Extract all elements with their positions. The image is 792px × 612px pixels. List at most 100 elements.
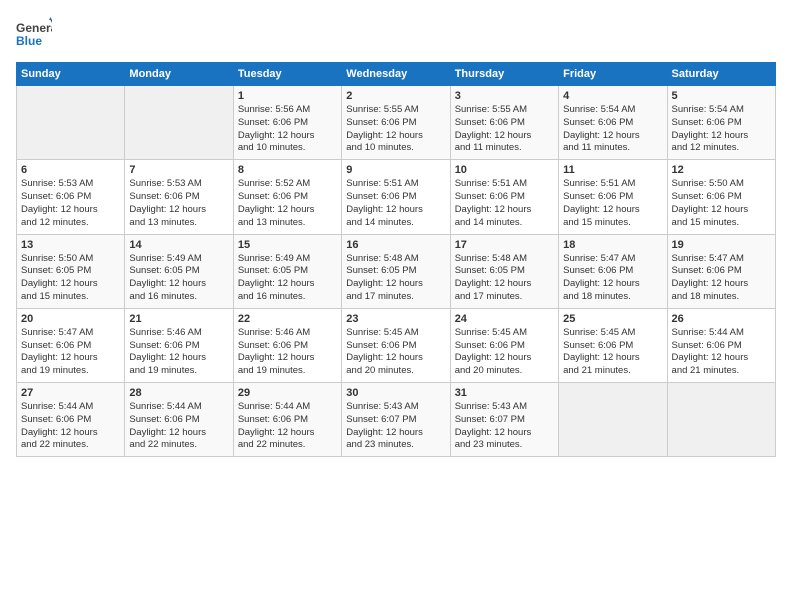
day-number: 22 [238,313,337,325]
day-cell: 13Sunrise: 5:50 AM Sunset: 6:05 PM Dayli… [17,234,125,308]
day-info: Sunrise: 5:45 AM Sunset: 6:06 PM Dayligh… [346,327,445,378]
day-info: Sunrise: 5:52 AM Sunset: 6:06 PM Dayligh… [238,178,337,229]
week-row-5: 27 Sunrise: 5:44 AM Sunset: 6:06 PM Dayli… [17,383,776,457]
day-info: Sunrise: 5:55 AM Sunset: 6:06 PM Dayligh… [346,104,445,155]
day-cell: 10 Sunrise: 5:51 AM Sunset: 6:06 PM Dayli… [450,160,558,234]
day-cell: 25 Sunrise: 5:45 AM Sunset: 6:06 PM Dayli… [559,308,667,382]
day-number: 27 [21,387,120,399]
day-cell: 20 Sunrise: 5:47 AM Sunset: 6:06 PM Dayli… [17,308,125,382]
day-info: Sunrise: 5:55 AM Sunset: 6:06 PM Dayligh… [455,104,554,155]
day-cell [125,86,233,160]
day-cell: 5 Sunrise: 5:54 AM Sunset: 6:06 PM Daylig… [667,86,775,160]
header-cell-tuesday: Tuesday [233,63,341,86]
day-info: Sunrise: 5:54 AM Sunset: 6:06 PM Dayligh… [563,104,662,155]
day-number: 12 [672,164,771,176]
week-row-4: 20 Sunrise: 5:47 AM Sunset: 6:06 PM Dayli… [17,308,776,382]
day-info: Sunrise: 5:48 AM Sunset: 6:05 PM Dayligh… [346,253,445,304]
day-info: Sunrise: 5:48 AM Sunset: 6:05 PM Dayligh… [455,253,554,304]
day-cell: 21 Sunrise: 5:46 AM Sunset: 6:06 PM Dayli… [125,308,233,382]
day-cell: 12 Sunrise: 5:50 AM Sunset: 6:06 PM Dayli… [667,160,775,234]
day-number: 28 [129,387,228,399]
day-cell: 26 Sunrise: 5:44 AM Sunset: 6:06 PM Dayli… [667,308,775,382]
header-row: SundayMondayTuesdayWednesdayThursdayFrid… [17,63,776,86]
day-number: 9 [346,164,445,176]
day-cell [559,383,667,457]
day-info: Sunrise: 5:53 AM Sunset: 6:06 PM Dayligh… [21,178,120,229]
day-info: Sunrise: 5:54 AM Sunset: 6:06 PM Dayligh… [672,104,771,155]
day-number: 30 [346,387,445,399]
day-cell: 24 Sunrise: 5:45 AM Sunset: 6:06 PM Dayli… [450,308,558,382]
day-cell: 23 Sunrise: 5:45 AM Sunset: 6:06 PM Dayli… [342,308,450,382]
day-cell: 8 Sunrise: 5:52 AM Sunset: 6:06 PM Daylig… [233,160,341,234]
day-info: Sunrise: 5:51 AM Sunset: 6:06 PM Dayligh… [455,178,554,229]
logo-bird-icon: General Blue [16,16,52,52]
day-cell: 15Sunrise: 5:49 AM Sunset: 6:05 PM Dayli… [233,234,341,308]
day-info: Sunrise: 5:53 AM Sunset: 6:06 PM Dayligh… [129,178,228,229]
day-number: 8 [238,164,337,176]
day-info: Sunrise: 5:43 AM Sunset: 6:07 PM Dayligh… [346,401,445,452]
day-cell: 18 Sunrise: 5:47 AM Sunset: 6:06 PM Dayli… [559,234,667,308]
day-info: Sunrise: 5:45 AM Sunset: 6:06 PM Dayligh… [455,327,554,378]
day-number: 20 [21,313,120,325]
day-info: Sunrise: 5:44 AM Sunset: 6:06 PM Dayligh… [21,401,120,452]
day-info: Sunrise: 5:47 AM Sunset: 6:06 PM Dayligh… [563,253,662,304]
day-number: 7 [129,164,228,176]
day-number: 5 [672,90,771,102]
day-info: Sunrise: 5:56 AM Sunset: 6:06 PM Dayligh… [238,104,337,155]
day-number: 11 [563,164,662,176]
calendar-table: SundayMondayTuesdayWednesdayThursdayFrid… [16,62,776,457]
day-cell: 3 Sunrise: 5:55 AM Sunset: 6:06 PM Daylig… [450,86,558,160]
header-cell-thursday: Thursday [450,63,558,86]
day-info: Sunrise: 5:50 AM Sunset: 6:06 PM Dayligh… [672,178,771,229]
day-info: Sunrise: 5:51 AM Sunset: 6:06 PM Dayligh… [346,178,445,229]
day-info: Sunrise: 5:45 AM Sunset: 6:06 PM Dayligh… [563,327,662,378]
day-cell [667,383,775,457]
day-info: Sunrise: 5:51 AM Sunset: 6:06 PM Dayligh… [563,178,662,229]
day-number: 6 [21,164,120,176]
day-info: Sunrise: 5:44 AM Sunset: 6:06 PM Dayligh… [672,327,771,378]
day-cell: 2 Sunrise: 5:55 AM Sunset: 6:06 PM Daylig… [342,86,450,160]
day-info: Sunrise: 5:47 AM Sunset: 6:06 PM Dayligh… [21,327,120,378]
day-cell: 22Sunrise: 5:46 AM Sunset: 6:06 PM Dayli… [233,308,341,382]
day-cell: 31 Sunrise: 5:43 AM Sunset: 6:07 PM Dayli… [450,383,558,457]
day-cell [17,86,125,160]
day-number: 17 [455,239,554,251]
day-info: Sunrise: 5:46 AM Sunset: 6:06 PM Dayligh… [129,327,228,378]
day-number: 23 [346,313,445,325]
day-cell: 6 Sunrise: 5:53 AM Sunset: 6:06 PM Daylig… [17,160,125,234]
day-cell: 19Sunrise: 5:47 AM Sunset: 6:06 PM Dayli… [667,234,775,308]
header-cell-wednesday: Wednesday [342,63,450,86]
day-number: 2 [346,90,445,102]
day-cell: 11 Sunrise: 5:51 AM Sunset: 6:06 PM Dayli… [559,160,667,234]
day-cell: 16 Sunrise: 5:48 AM Sunset: 6:05 PM Dayli… [342,234,450,308]
day-cell: 9 Sunrise: 5:51 AM Sunset: 6:06 PM Daylig… [342,160,450,234]
day-number: 26 [672,313,771,325]
day-cell: 7 Sunrise: 5:53 AM Sunset: 6:06 PM Daylig… [125,160,233,234]
day-cell: 30 Sunrise: 5:43 AM Sunset: 6:07 PM Dayli… [342,383,450,457]
day-number: 4 [563,90,662,102]
day-number: 25 [563,313,662,325]
day-number: 24 [455,313,554,325]
day-cell: 14Sunrise: 5:49 AM Sunset: 6:05 PM Dayli… [125,234,233,308]
day-number: 3 [455,90,554,102]
day-cell: 27 Sunrise: 5:44 AM Sunset: 6:06 PM Dayli… [17,383,125,457]
day-number: 18 [563,239,662,251]
day-number: 19 [672,239,771,251]
day-number: 16 [346,239,445,251]
day-info: Sunrise: 5:44 AM Sunset: 6:06 PM Dayligh… [238,401,337,452]
day-cell: 1 Sunrise: 5:56 AM Sunset: 6:06 PM Daylig… [233,86,341,160]
day-cell: 28 Sunrise: 5:44 AM Sunset: 6:06 PM Dayli… [125,383,233,457]
day-number: 10 [455,164,554,176]
day-number: 15 [238,239,337,251]
header-cell-saturday: Saturday [667,63,775,86]
day-info: Sunrise: 5:43 AM Sunset: 6:07 PM Dayligh… [455,401,554,452]
day-number: 1 [238,90,337,102]
day-info: Sunrise: 5:49 AM Sunset: 6:05 PM Dayligh… [129,253,228,304]
svg-text:Blue: Blue [16,34,42,48]
day-number: 31 [455,387,554,399]
day-info: Sunrise: 5:44 AM Sunset: 6:06 PM Dayligh… [129,401,228,452]
day-cell: 17 Sunrise: 5:48 AM Sunset: 6:05 PM Dayli… [450,234,558,308]
day-number: 21 [129,313,228,325]
day-info: Sunrise: 5:50 AM Sunset: 6:05 PM Dayligh… [21,253,120,304]
day-number: 29 [238,387,337,399]
